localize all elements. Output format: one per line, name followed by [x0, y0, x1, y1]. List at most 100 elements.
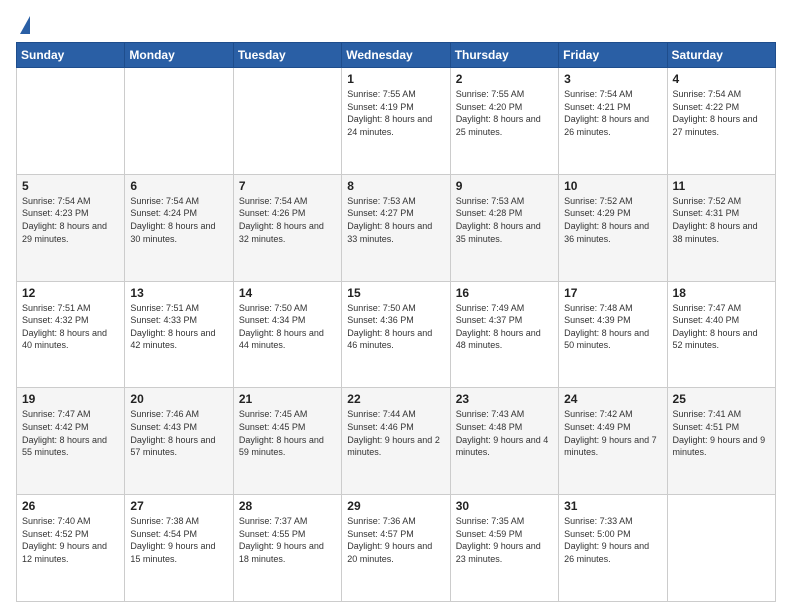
calendar-cell: [233, 68, 341, 175]
calendar-cell: 12 Sunrise: 7:51 AM Sunset: 4:32 PM Dayli…: [17, 281, 125, 388]
day-number: 30: [456, 499, 553, 513]
day-number: 17: [564, 286, 661, 300]
calendar-cell: 22 Sunrise: 7:44 AM Sunset: 4:46 PM Dayli…: [342, 388, 450, 495]
day-info: Sunrise: 7:51 AM Sunset: 4:32 PM Dayligh…: [22, 302, 119, 352]
calendar-cell: 25 Sunrise: 7:41 AM Sunset: 4:51 PM Dayli…: [667, 388, 775, 495]
day-info: Sunrise: 7:41 AM Sunset: 4:51 PM Dayligh…: [673, 408, 770, 458]
col-header-sunday: Sunday: [17, 43, 125, 68]
calendar-cell: 21 Sunrise: 7:45 AM Sunset: 4:45 PM Dayli…: [233, 388, 341, 495]
calendar-cell: 30 Sunrise: 7:35 AM Sunset: 4:59 PM Dayli…: [450, 495, 558, 602]
day-info: Sunrise: 7:46 AM Sunset: 4:43 PM Dayligh…: [130, 408, 227, 458]
day-info: Sunrise: 7:33 AM Sunset: 5:00 PM Dayligh…: [564, 515, 661, 565]
calendar-cell: 3 Sunrise: 7:54 AM Sunset: 4:21 PM Daylig…: [559, 68, 667, 175]
day-number: 7: [239, 179, 336, 193]
day-info: Sunrise: 7:54 AM Sunset: 4:21 PM Dayligh…: [564, 88, 661, 138]
day-number: 15: [347, 286, 444, 300]
day-number: 29: [347, 499, 444, 513]
calendar-cell: 7 Sunrise: 7:54 AM Sunset: 4:26 PM Daylig…: [233, 174, 341, 281]
calendar-cell: 24Sunrise: 7:42 AM Sunset: 4:49 PM Dayli…: [559, 388, 667, 495]
day-info: Sunrise: 7:40 AM Sunset: 4:52 PM Dayligh…: [22, 515, 119, 565]
calendar-cell: 10Sunrise: 7:52 AM Sunset: 4:29 PM Dayli…: [559, 174, 667, 281]
col-header-saturday: Saturday: [667, 43, 775, 68]
day-info: Sunrise: 7:35 AM Sunset: 4:59 PM Dayligh…: [456, 515, 553, 565]
day-number: 9: [456, 179, 553, 193]
calendar-cell: 27 Sunrise: 7:38 AM Sunset: 4:54 PM Dayli…: [125, 495, 233, 602]
day-info: Sunrise: 7:50 AM Sunset: 4:34 PM Dayligh…: [239, 302, 336, 352]
day-number: 4: [673, 72, 770, 86]
calendar-cell: 23 Sunrise: 7:43 AM Sunset: 4:48 PM Dayli…: [450, 388, 558, 495]
day-info: Sunrise: 7:47 AM Sunset: 4:42 PM Dayligh…: [22, 408, 119, 458]
day-info: Sunrise: 7:44 AM Sunset: 4:46 PM Dayligh…: [347, 408, 444, 458]
calendar-cell: 19Sunrise: 7:47 AM Sunset: 4:42 PM Dayli…: [17, 388, 125, 495]
day-info: Sunrise: 7:37 AM Sunset: 4:55 PM Dayligh…: [239, 515, 336, 565]
day-number: 21: [239, 392, 336, 406]
calendar-cell: 18 Sunrise: 7:47 AM Sunset: 4:40 PM Dayli…: [667, 281, 775, 388]
day-number: 22: [347, 392, 444, 406]
day-number: 1: [347, 72, 444, 86]
day-number: 11: [673, 179, 770, 193]
day-info: Sunrise: 7:42 AM Sunset: 4:49 PM Dayligh…: [564, 408, 661, 458]
day-info: Sunrise: 7:43 AM Sunset: 4:48 PM Dayligh…: [456, 408, 553, 458]
day-number: 18: [673, 286, 770, 300]
day-number: 20: [130, 392, 227, 406]
calendar-cell: 2 Sunrise: 7:55 AM Sunset: 4:20 PM Daylig…: [450, 68, 558, 175]
calendar-cell: 11 Sunrise: 7:52 AM Sunset: 4:31 PM Dayli…: [667, 174, 775, 281]
day-info: Sunrise: 7:50 AM Sunset: 4:36 PM Dayligh…: [347, 302, 444, 352]
day-number: 13: [130, 286, 227, 300]
day-info: Sunrise: 7:36 AM Sunset: 4:57 PM Dayligh…: [347, 515, 444, 565]
day-number: 14: [239, 286, 336, 300]
calendar-cell: 6 Sunrise: 7:54 AM Sunset: 4:24 PM Daylig…: [125, 174, 233, 281]
day-info: Sunrise: 7:51 AM Sunset: 4:33 PM Dayligh…: [130, 302, 227, 352]
col-header-wednesday: Wednesday: [342, 43, 450, 68]
day-info: Sunrise: 7:55 AM Sunset: 4:19 PM Dayligh…: [347, 88, 444, 138]
logo: [16, 12, 30, 34]
calendar-cell: 15 Sunrise: 7:50 AM Sunset: 4:36 PM Dayli…: [342, 281, 450, 388]
calendar-cell: 28 Sunrise: 7:37 AM Sunset: 4:55 PM Dayli…: [233, 495, 341, 602]
calendar-cell: 29 Sunrise: 7:36 AM Sunset: 4:57 PM Dayli…: [342, 495, 450, 602]
day-info: Sunrise: 7:54 AM Sunset: 4:23 PM Dayligh…: [22, 195, 119, 245]
calendar-cell: 26 Sunrise: 7:40 AM Sunset: 4:52 PM Dayli…: [17, 495, 125, 602]
calendar-cell: 8Sunrise: 7:53 AM Sunset: 4:27 PM Daylig…: [342, 174, 450, 281]
day-number: 31: [564, 499, 661, 513]
col-header-tuesday: Tuesday: [233, 43, 341, 68]
day-info: Sunrise: 7:48 AM Sunset: 4:39 PM Dayligh…: [564, 302, 661, 352]
calendar-cell: 20 Sunrise: 7:46 AM Sunset: 4:43 PM Dayli…: [125, 388, 233, 495]
day-info: Sunrise: 7:38 AM Sunset: 4:54 PM Dayligh…: [130, 515, 227, 565]
day-number: 27: [130, 499, 227, 513]
day-number: 26: [22, 499, 119, 513]
calendar-table: SundayMondayTuesdayWednesdayThursdayFrid…: [16, 42, 776, 602]
calendar-cell: 14 Sunrise: 7:50 AM Sunset: 4:34 PM Dayli…: [233, 281, 341, 388]
day-number: 8: [347, 179, 444, 193]
calendar-cell: 13 Sunrise: 7:51 AM Sunset: 4:33 PM Dayli…: [125, 281, 233, 388]
calendar-cell: 16Sunrise: 7:49 AM Sunset: 4:37 PM Dayli…: [450, 281, 558, 388]
day-number: 5: [22, 179, 119, 193]
calendar-cell: 9 Sunrise: 7:53 AM Sunset: 4:28 PM Daylig…: [450, 174, 558, 281]
day-info: Sunrise: 7:45 AM Sunset: 4:45 PM Dayligh…: [239, 408, 336, 458]
day-info: Sunrise: 7:54 AM Sunset: 4:24 PM Dayligh…: [130, 195, 227, 245]
day-info: Sunrise: 7:54 AM Sunset: 4:22 PM Dayligh…: [673, 88, 770, 138]
calendar-cell: 1 Sunrise: 7:55 AM Sunset: 4:19 PM Daylig…: [342, 68, 450, 175]
col-header-friday: Friday: [559, 43, 667, 68]
logo-triangle-icon: [20, 16, 30, 34]
col-header-thursday: Thursday: [450, 43, 558, 68]
day-number: 23: [456, 392, 553, 406]
day-info: Sunrise: 7:47 AM Sunset: 4:40 PM Dayligh…: [673, 302, 770, 352]
calendar-cell: [667, 495, 775, 602]
day-number: 28: [239, 499, 336, 513]
day-number: 2: [456, 72, 553, 86]
day-number: 6: [130, 179, 227, 193]
day-info: Sunrise: 7:55 AM Sunset: 4:20 PM Dayligh…: [456, 88, 553, 138]
day-info: Sunrise: 7:54 AM Sunset: 4:26 PM Dayligh…: [239, 195, 336, 245]
calendar-cell: 17 Sunrise: 7:48 AM Sunset: 4:39 PM Dayli…: [559, 281, 667, 388]
day-info: Sunrise: 7:52 AM Sunset: 4:31 PM Dayligh…: [673, 195, 770, 245]
day-info: Sunrise: 7:53 AM Sunset: 4:28 PM Dayligh…: [456, 195, 553, 245]
day-number: 12: [22, 286, 119, 300]
col-header-monday: Monday: [125, 43, 233, 68]
day-info: Sunrise: 7:49 AM Sunset: 4:37 PM Dayligh…: [456, 302, 553, 352]
calendar-cell: [17, 68, 125, 175]
day-number: 3: [564, 72, 661, 86]
calendar-cell: 31 Sunrise: 7:33 AM Sunset: 5:00 PM Dayli…: [559, 495, 667, 602]
day-number: 10: [564, 179, 661, 193]
calendar-cell: 4 Sunrise: 7:54 AM Sunset: 4:22 PM Daylig…: [667, 68, 775, 175]
day-number: 25: [673, 392, 770, 406]
